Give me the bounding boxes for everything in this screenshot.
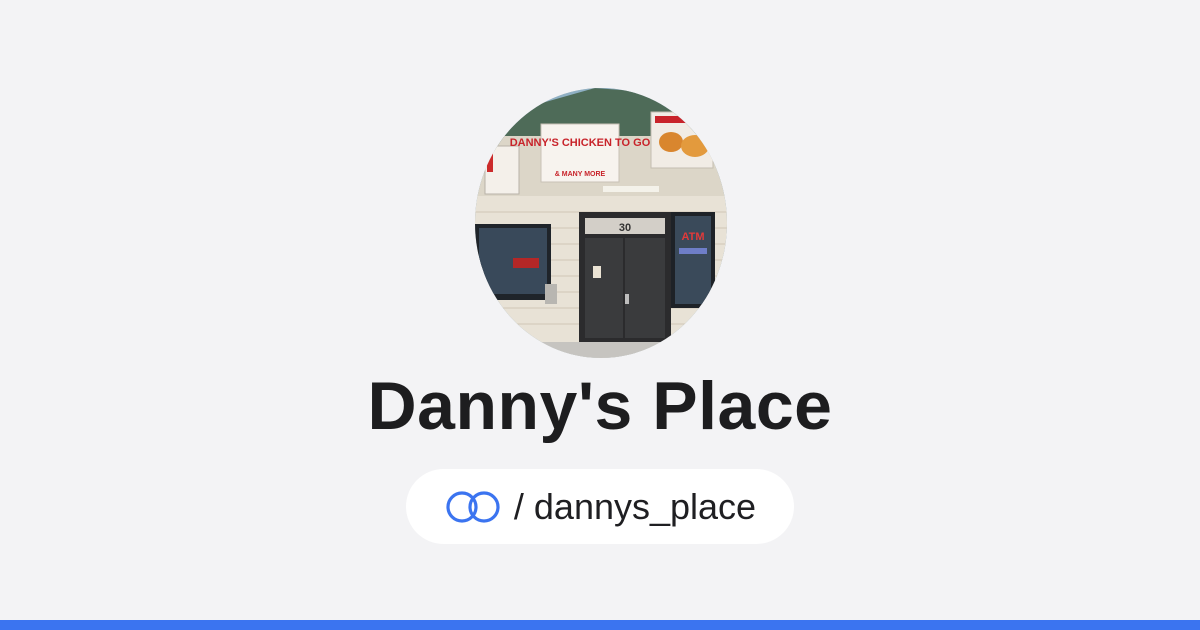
profile-avatar: DANNY'S CHICKEN TO GO & MANY MORE 30 ATM: [475, 88, 727, 358]
link-chain-icon: [446, 490, 500, 523]
profile-handle: / dannys_place: [513, 485, 757, 527]
unit-number: 30: [619, 222, 631, 234]
storefront-photo: DANNY'S CHICKEN TO GO & MANY MORE 30 ATM: [475, 88, 727, 358]
bottom-accent-bar: [0, 620, 1200, 630]
profile-link-pill[interactable]: / dannys_place: [406, 469, 794, 544]
sign-sub-text: & MANY MORE: [555, 171, 606, 178]
sign-main-text: DANNY'S CHICKEN TO GO: [510, 137, 651, 149]
profile-name: Danny's Place: [367, 368, 833, 444]
atm-sign: ATM: [681, 231, 704, 243]
